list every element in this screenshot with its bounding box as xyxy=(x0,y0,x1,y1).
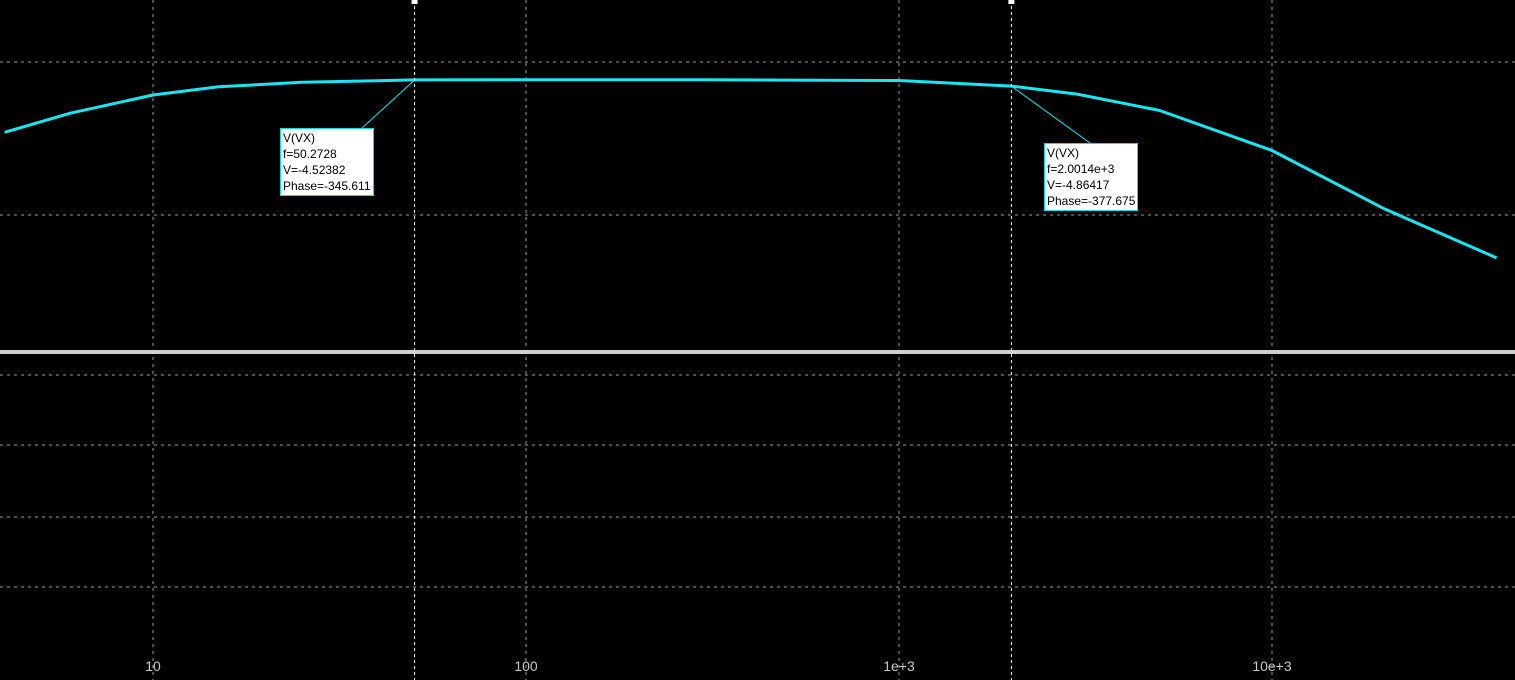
cursor-1-readout[interactable]: V(VX) f=50.2728 V=-4.52382 Phase=-345.61… xyxy=(280,128,374,196)
cursor-1-frequency: f=50.2728 xyxy=(283,147,337,161)
cursor-2-trace-label: V(VX) xyxy=(1047,146,1080,160)
cursor-1-voltage: V=-4.52382 xyxy=(283,163,346,177)
cursor-1-leader xyxy=(361,79,415,129)
x-tick-label-0: 10 xyxy=(145,658,161,674)
cursor-1-handle[interactable] xyxy=(411,0,418,4)
cursor-2-readout[interactable]: V(VX) f=2.0014e+3 V=-4.86417 Phase=-377.… xyxy=(1044,143,1139,211)
phase-trace xyxy=(5,135,1497,316)
cursor-2-handle[interactable] xyxy=(1008,0,1015,4)
x-tick-label-1: 100 xyxy=(514,658,538,674)
grid-lines xyxy=(0,0,1515,680)
x-tick-label-3: 10e+3 xyxy=(1252,658,1292,674)
cursor-1-trace-label: V(VX) xyxy=(283,131,316,145)
cursor-2-phase: Phase=-377.675 xyxy=(1047,194,1136,208)
cursor-2-frequency: f=2.0014e+3 xyxy=(1047,162,1115,176)
cursor-markers[interactable] xyxy=(361,0,1091,680)
x-axis-tick-labels: 10 100 1e+3 10e+3 xyxy=(145,658,1292,674)
x-tick-label-2: 1e+3 xyxy=(883,658,915,674)
cursor-2-voltage: V=-4.86417 xyxy=(1047,178,1110,192)
pane-divider[interactable] xyxy=(0,350,1515,354)
bode-plot: 10 100 1e+3 10e+3 xyxy=(0,0,1515,680)
cursor-1-phase: Phase=-345.611 xyxy=(283,179,371,193)
magnitude-trace xyxy=(4,78,1498,260)
traces xyxy=(4,78,1498,316)
